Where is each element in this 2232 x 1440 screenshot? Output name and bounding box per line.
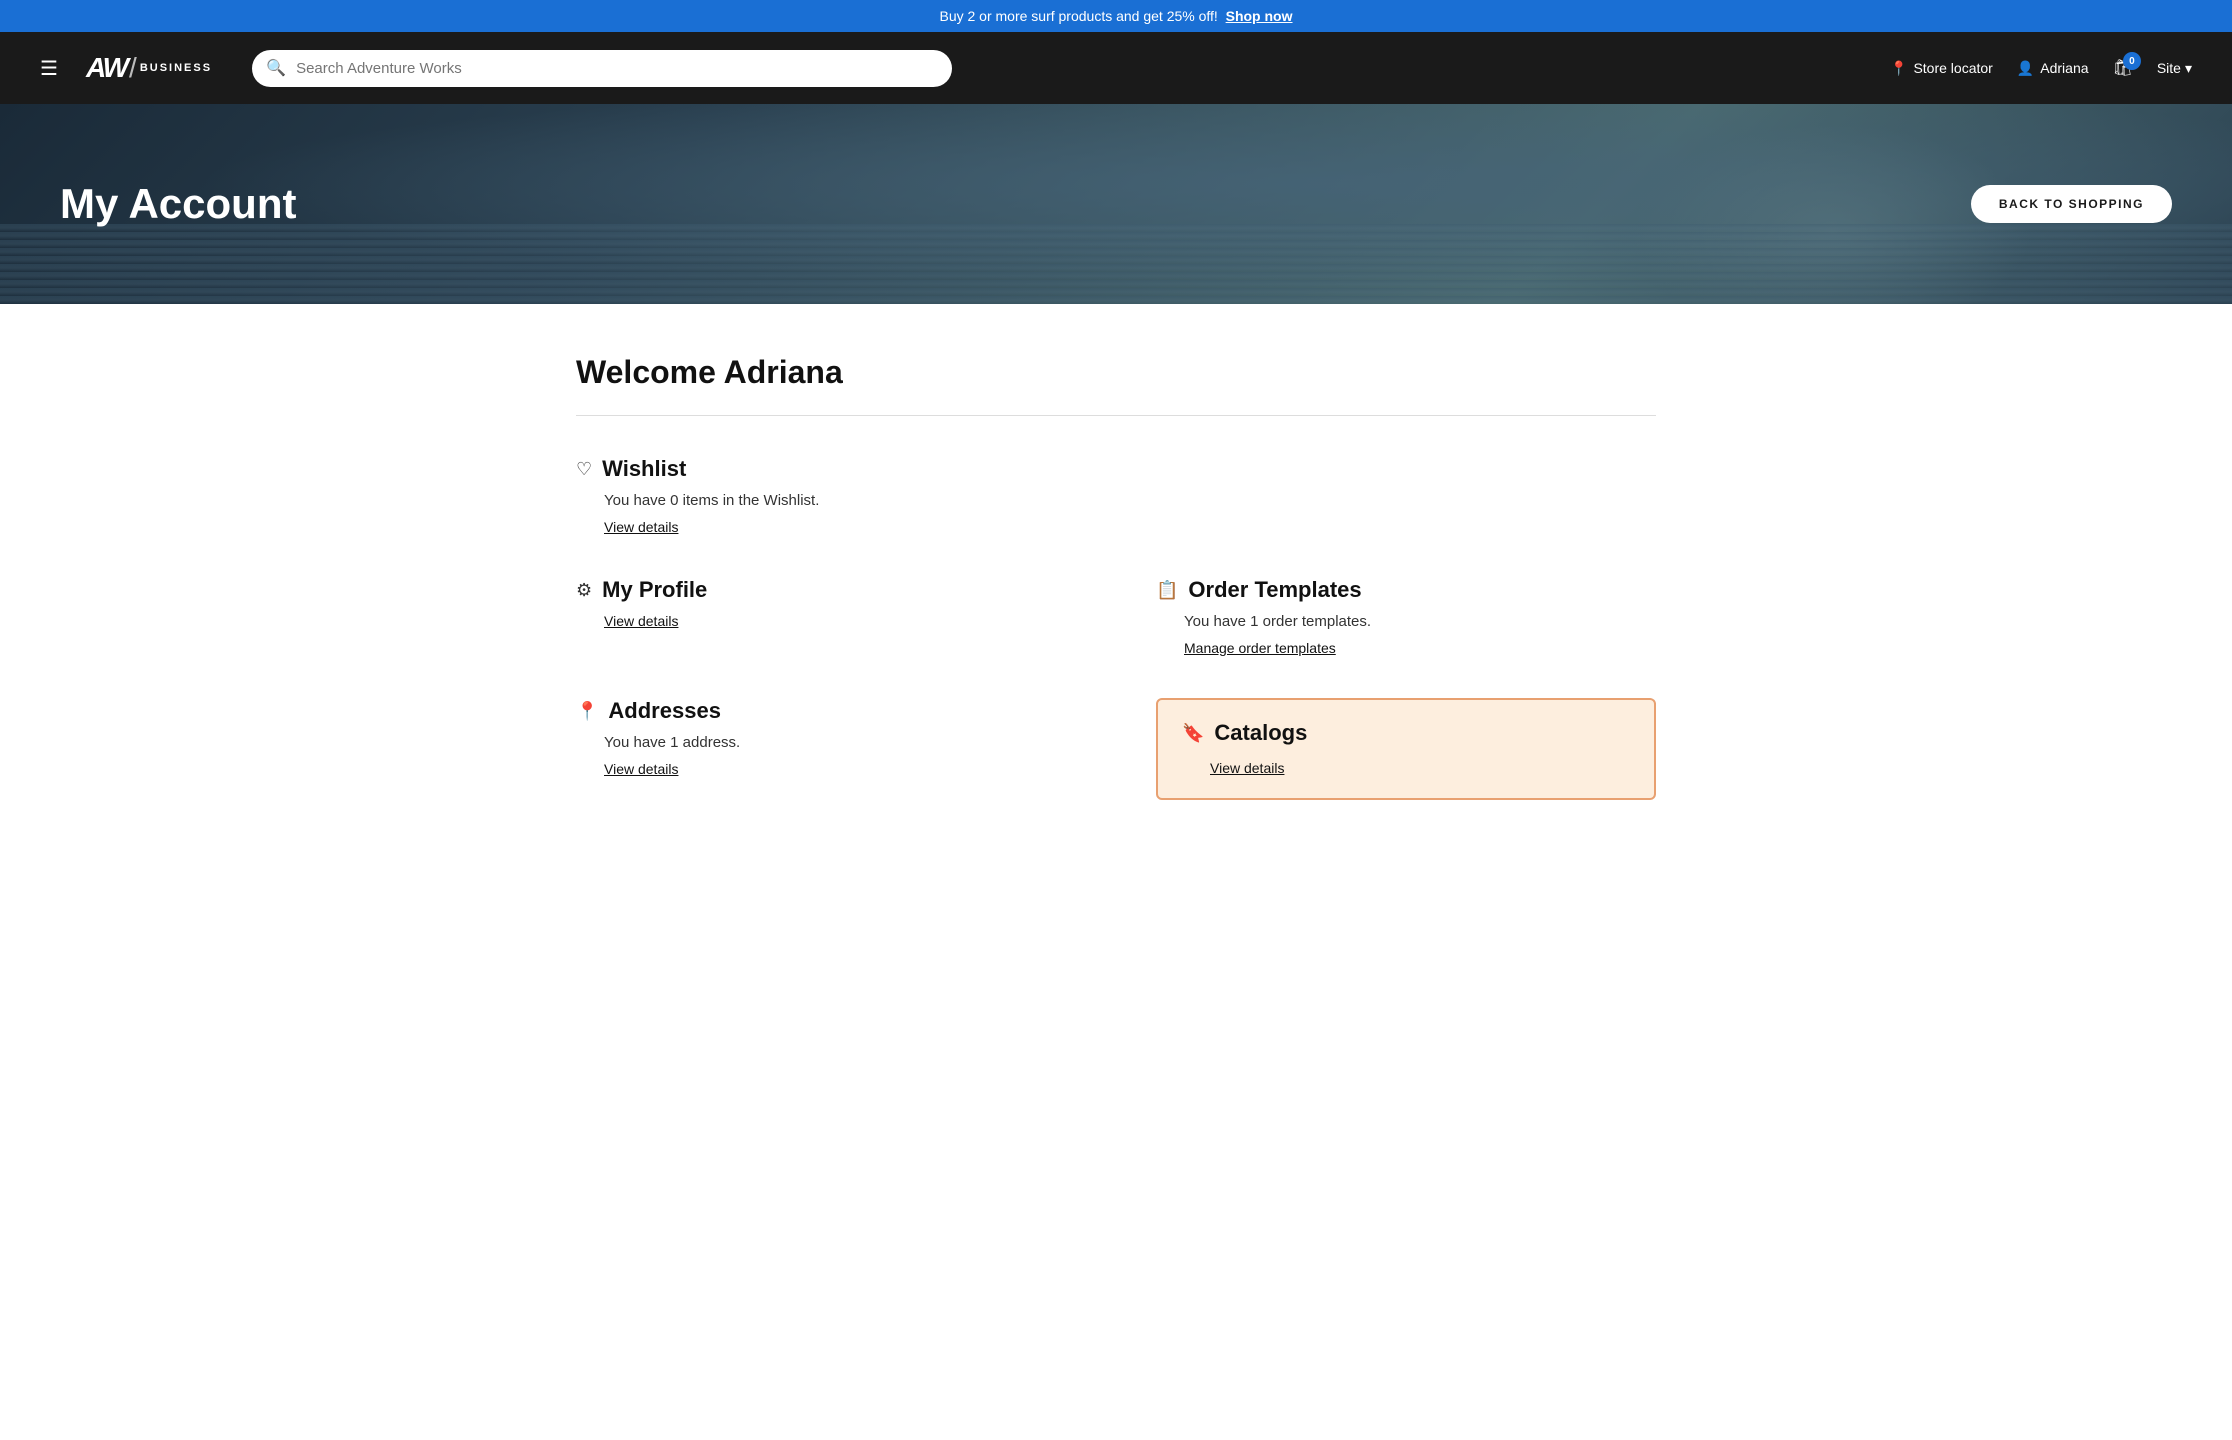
user-icon: 👤: [2017, 60, 2034, 77]
user-account[interactable]: 👤 Adriana: [2017, 60, 2089, 77]
welcome-heading: Welcome Adriana: [576, 354, 1656, 391]
order-templates-manage-link[interactable]: Manage order templates: [1184, 640, 1336, 656]
site-selector[interactable]: Site ▾: [2157, 60, 2192, 77]
promo-banner: Buy 2 or more surf products and get 25% …: [0, 0, 2232, 32]
chevron-down-icon: ▾: [2185, 60, 2192, 77]
header-actions: 📍 Store locator 👤 Adriana 🛍 0 Site ▾: [1890, 58, 2192, 78]
addresses-view-details-link[interactable]: View details: [604, 761, 678, 777]
addresses-title-row: 📍 Addresses: [576, 698, 1076, 724]
store-locator[interactable]: 📍 Store locator: [1890, 60, 1993, 77]
profile-view-details-link[interactable]: View details: [604, 613, 678, 629]
order-templates-section: 📋 Order Templates You have 1 order templ…: [1156, 577, 1656, 658]
catalogs-title-row: 🔖 Catalogs: [1182, 720, 1630, 746]
order-templates-title-row: 📋 Order Templates: [1156, 577, 1656, 603]
addresses-title: Addresses: [608, 698, 721, 724]
site-label: Site: [2157, 60, 2181, 76]
order-templates-title: Order Templates: [1188, 577, 1361, 603]
user-name: Adriana: [2040, 60, 2088, 76]
logo-slash: /: [129, 52, 136, 84]
back-to-shopping-button[interactable]: BACK TO SHOPPING: [1971, 185, 2172, 223]
hero-water-effect: [0, 224, 2232, 304]
my-profile-section: ⚙ My Profile View details: [576, 577, 1076, 658]
wishlist-view-details-link[interactable]: View details: [604, 519, 678, 535]
catalogs-icon: 🔖: [1182, 723, 1204, 744]
promo-link[interactable]: Shop now: [1226, 8, 1293, 24]
logo[interactable]: AW / BUSINESS: [86, 52, 212, 84]
catalogs-title: Catalogs: [1214, 720, 1307, 746]
catalogs-view-details-link[interactable]: View details: [1210, 760, 1284, 776]
promo-text: Buy 2 or more surf products and get 25% …: [939, 8, 1217, 24]
profile-title: My Profile: [602, 577, 707, 603]
store-locator-label: Store locator: [1913, 60, 1992, 76]
wishlist-section: ♡ Wishlist You have 0 items in the Wishl…: [576, 456, 1656, 537]
address-icon: 📍: [576, 701, 598, 722]
catalogs-section: 🔖 Catalogs View details: [1156, 698, 1656, 800]
header: ☰ AW / BUSINESS 🔍 📍 Store locator 👤 Adri…: [0, 32, 2232, 104]
menu-icon[interactable]: ☰: [40, 56, 58, 81]
wishlist-title-row: ♡ Wishlist: [576, 456, 1656, 482]
location-icon: 📍: [1890, 60, 1907, 77]
profile-title-row: ⚙ My Profile: [576, 577, 1076, 603]
cart-badge: 0: [2123, 52, 2141, 70]
divider: [576, 415, 1656, 416]
hero-title: My Account: [0, 180, 296, 228]
logo-business: BUSINESS: [140, 62, 212, 74]
heart-icon: ♡: [576, 459, 592, 480]
main-content: Welcome Adriana ♡ Wishlist You have 0 it…: [516, 304, 1716, 880]
hero-banner: My Account BACK TO SHOPPING: [0, 104, 2232, 304]
cart-button[interactable]: 🛍 0: [2113, 58, 2133, 78]
wishlist-title: Wishlist: [602, 456, 686, 482]
addresses-description: You have 1 address.: [604, 734, 1076, 751]
profile-icon: ⚙: [576, 580, 592, 601]
wishlist-description: You have 0 items in the Wishlist.: [604, 492, 1656, 509]
order-templates-icon: 📋: [1156, 580, 1178, 601]
search-icon: 🔍: [266, 58, 286, 78]
account-sections-grid: ⚙ My Profile View details 📋 Order Templa…: [576, 577, 1656, 800]
addresses-section: 📍 Addresses You have 1 address. View det…: [576, 698, 1076, 800]
logo-aw: AW: [86, 52, 127, 84]
order-templates-description: You have 1 order templates.: [1184, 613, 1656, 630]
search-bar: 🔍: [252, 50, 952, 87]
search-input[interactable]: [252, 50, 952, 87]
